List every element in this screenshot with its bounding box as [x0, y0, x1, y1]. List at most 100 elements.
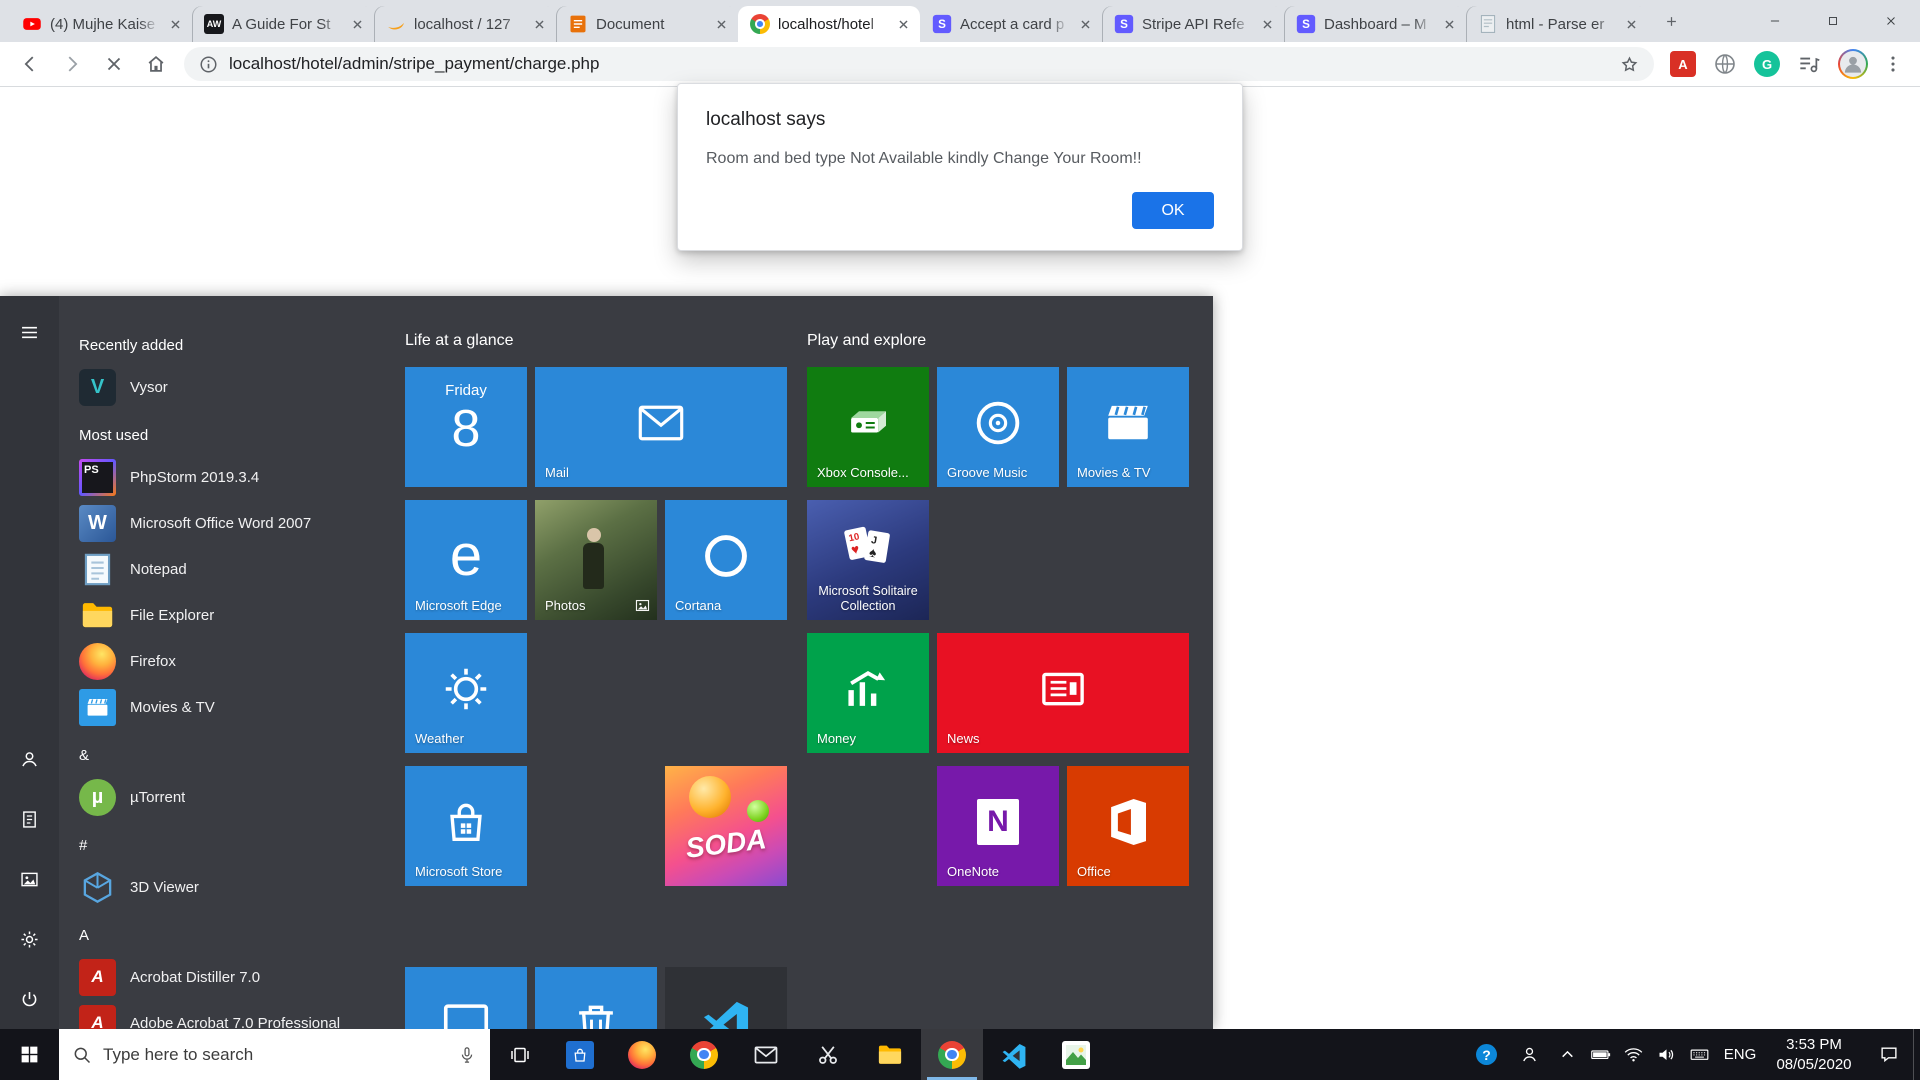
tile-soda[interactable]: SODA	[665, 766, 787, 886]
tab-close-icon[interactable]	[1623, 16, 1640, 33]
page-gray-favicon-icon	[1478, 14, 1498, 34]
tray-help-button[interactable]: ?	[1465, 1029, 1508, 1080]
xbox-icon	[841, 396, 895, 450]
browser-tab-localhost-127[interactable]: localhost / 127	[374, 6, 556, 42]
new-tab-button[interactable]	[1654, 4, 1688, 38]
browser-tab-dashboard-m[interactable]: SDashboard – M	[1284, 6, 1466, 42]
tile-recycle[interactable]	[535, 967, 657, 1029]
tile-group-life-at-a-glance[interactable]: Life at a glance	[405, 332, 514, 350]
tray-battery-button[interactable]	[1584, 1029, 1617, 1080]
language-indicator[interactable]: ENG	[1716, 1046, 1764, 1063]
taskbar-search[interactable]: Type here to search	[59, 1029, 490, 1080]
forward-icon	[61, 53, 83, 75]
window-maximize-button[interactable]	[1804, 0, 1862, 42]
tab-title: localhost/hotel	[778, 16, 887, 33]
minimize-icon	[1768, 14, 1782, 28]
browser-tab-4-mujhe-kaise[interactable]: (4) Mujhe Kaise	[10, 6, 192, 42]
browser-tab-stripe-api-refe[interactable]: SStripe API Refe	[1102, 6, 1284, 42]
window-close-button[interactable]	[1862, 0, 1920, 42]
show-desktop-button[interactable]	[1913, 1029, 1920, 1080]
taskbar-app-file-explorer[interactable]	[859, 1029, 921, 1080]
groove-icon	[971, 396, 1025, 450]
browser-tab-document[interactable]: Document	[556, 6, 738, 42]
tile-office[interactable]: Office	[1067, 766, 1189, 886]
tile-xbox-console[interactable]: Xbox Console...	[807, 367, 929, 487]
window-minimize-button[interactable]	[1746, 0, 1804, 42]
toolbar-right-icons: A G	[1662, 49, 1910, 79]
browser-tab-accept-a-card-p[interactable]: SAccept a card p	[920, 6, 1102, 42]
tray-chevron-up-button[interactable]	[1551, 1029, 1584, 1080]
home-button[interactable]	[136, 44, 176, 84]
tab-title: Dashboard – M	[1324, 16, 1433, 33]
tile-mail[interactable]: Mail	[535, 367, 787, 487]
extension-globe-icon[interactable]	[1712, 51, 1738, 77]
system-tray: ? ENG 3:53 PM 08/05/2020	[1465, 1029, 1920, 1080]
tile-onenote[interactable]: NOneNote	[937, 766, 1059, 886]
taskbar-clock[interactable]: 3:53 PM 08/05/2020	[1764, 1035, 1864, 1074]
address-bar[interactable]: localhost/hotel/admin/stripe_payment/cha…	[184, 47, 1654, 81]
tile-photos[interactable]: Photos	[535, 500, 657, 620]
extension-grammarly-icon[interactable]: G	[1754, 51, 1780, 77]
microphone-icon[interactable]	[457, 1045, 477, 1065]
tray-network-button[interactable]	[1617, 1029, 1650, 1080]
tray-volume-button[interactable]	[1650, 1029, 1683, 1080]
taskbar-app-mail-dark[interactable]	[735, 1029, 797, 1080]
tile-screen[interactable]	[405, 967, 527, 1029]
tile-label: Weather	[415, 731, 519, 746]
tab-close-icon[interactable]	[1259, 16, 1276, 33]
taskbar-app-scissors[interactable]	[797, 1029, 859, 1080]
tab-close-icon[interactable]	[167, 16, 184, 33]
tray-touch-keyboard-button[interactable]	[1683, 1029, 1716, 1080]
taskbar-app-photos[interactable]	[1045, 1029, 1107, 1080]
firefox-icon	[628, 1041, 656, 1069]
tile-microsoft-solitaire-collection[interactable]: 10♥J♠Microsoft Solitaire Collection	[807, 500, 929, 620]
site-info-icon[interactable]	[198, 54, 219, 75]
tile-calendar[interactable]: Friday8	[405, 367, 527, 487]
taskbar-app-vscode[interactable]	[983, 1029, 1045, 1080]
recycle-icon	[569, 996, 623, 1029]
tab-close-icon[interactable]	[349, 16, 366, 33]
mail-dark-icon	[752, 1041, 780, 1069]
tab-close-icon[interactable]	[1077, 16, 1094, 33]
taskbar-app-chrome[interactable]	[921, 1029, 983, 1080]
start-button[interactable]	[0, 1029, 59, 1080]
action-center-button[interactable]	[1864, 1029, 1913, 1080]
mail-icon	[634, 396, 688, 450]
tile-microsoft-edge[interactable]: eMicrosoft Edge	[405, 500, 527, 620]
tile-label: News	[947, 731, 1181, 746]
media-controls-icon[interactable]	[1796, 51, 1822, 77]
stop-loading-button[interactable]	[94, 44, 134, 84]
tile-label: Microsoft Solitaire Collection	[811, 584, 925, 615]
tile-news[interactable]: News	[937, 633, 1189, 753]
task-view-button[interactable]	[490, 1029, 549, 1080]
tab-close-icon[interactable]	[713, 16, 730, 33]
tray-people-button[interactable]	[1508, 1029, 1551, 1080]
app-store-blue-icon	[566, 1041, 594, 1069]
taskbar-app-firefox[interactable]	[611, 1029, 673, 1080]
tile-groove-music[interactable]: Groove Music	[937, 367, 1059, 487]
bookmark-star-icon[interactable]	[1619, 54, 1640, 75]
action-center-icon	[1878, 1044, 1900, 1066]
taskbar-app-chrome[interactable]	[673, 1029, 735, 1080]
extension-adobe-icon[interactable]: A	[1670, 51, 1696, 77]
tile-money[interactable]: Money	[807, 633, 929, 753]
browser-tab-localhost-hotel[interactable]: localhost/hotel	[738, 6, 920, 42]
dialog-ok-button[interactable]: OK	[1132, 192, 1214, 229]
tab-close-icon[interactable]	[1441, 16, 1458, 33]
tile-group-play-and-explore[interactable]: Play and explore	[807, 332, 926, 350]
tile-cortana[interactable]: Cortana	[665, 500, 787, 620]
tile-vscode[interactable]	[665, 967, 787, 1029]
tab-close-icon[interactable]	[895, 16, 912, 33]
tab-close-icon[interactable]	[531, 16, 548, 33]
browser-menu-button[interactable]	[1882, 53, 1904, 75]
profile-avatar[interactable]	[1838, 49, 1868, 79]
browser-tab-html-parse-er[interactable]: html - Parse er	[1466, 6, 1648, 42]
back-button[interactable]	[10, 44, 50, 84]
tile-microsoft-store[interactable]: Microsoft Store	[405, 766, 527, 886]
browser-tab-a-guide-for-st[interactable]: AWA Guide For St	[192, 6, 374, 42]
forward-button[interactable]	[52, 44, 92, 84]
taskbar-app-app-store-blue[interactable]	[549, 1029, 611, 1080]
office-icon	[1101, 795, 1155, 849]
tile-movies-tv[interactable]: Movies & TV	[1067, 367, 1189, 487]
tile-weather[interactable]: Weather	[405, 633, 527, 753]
